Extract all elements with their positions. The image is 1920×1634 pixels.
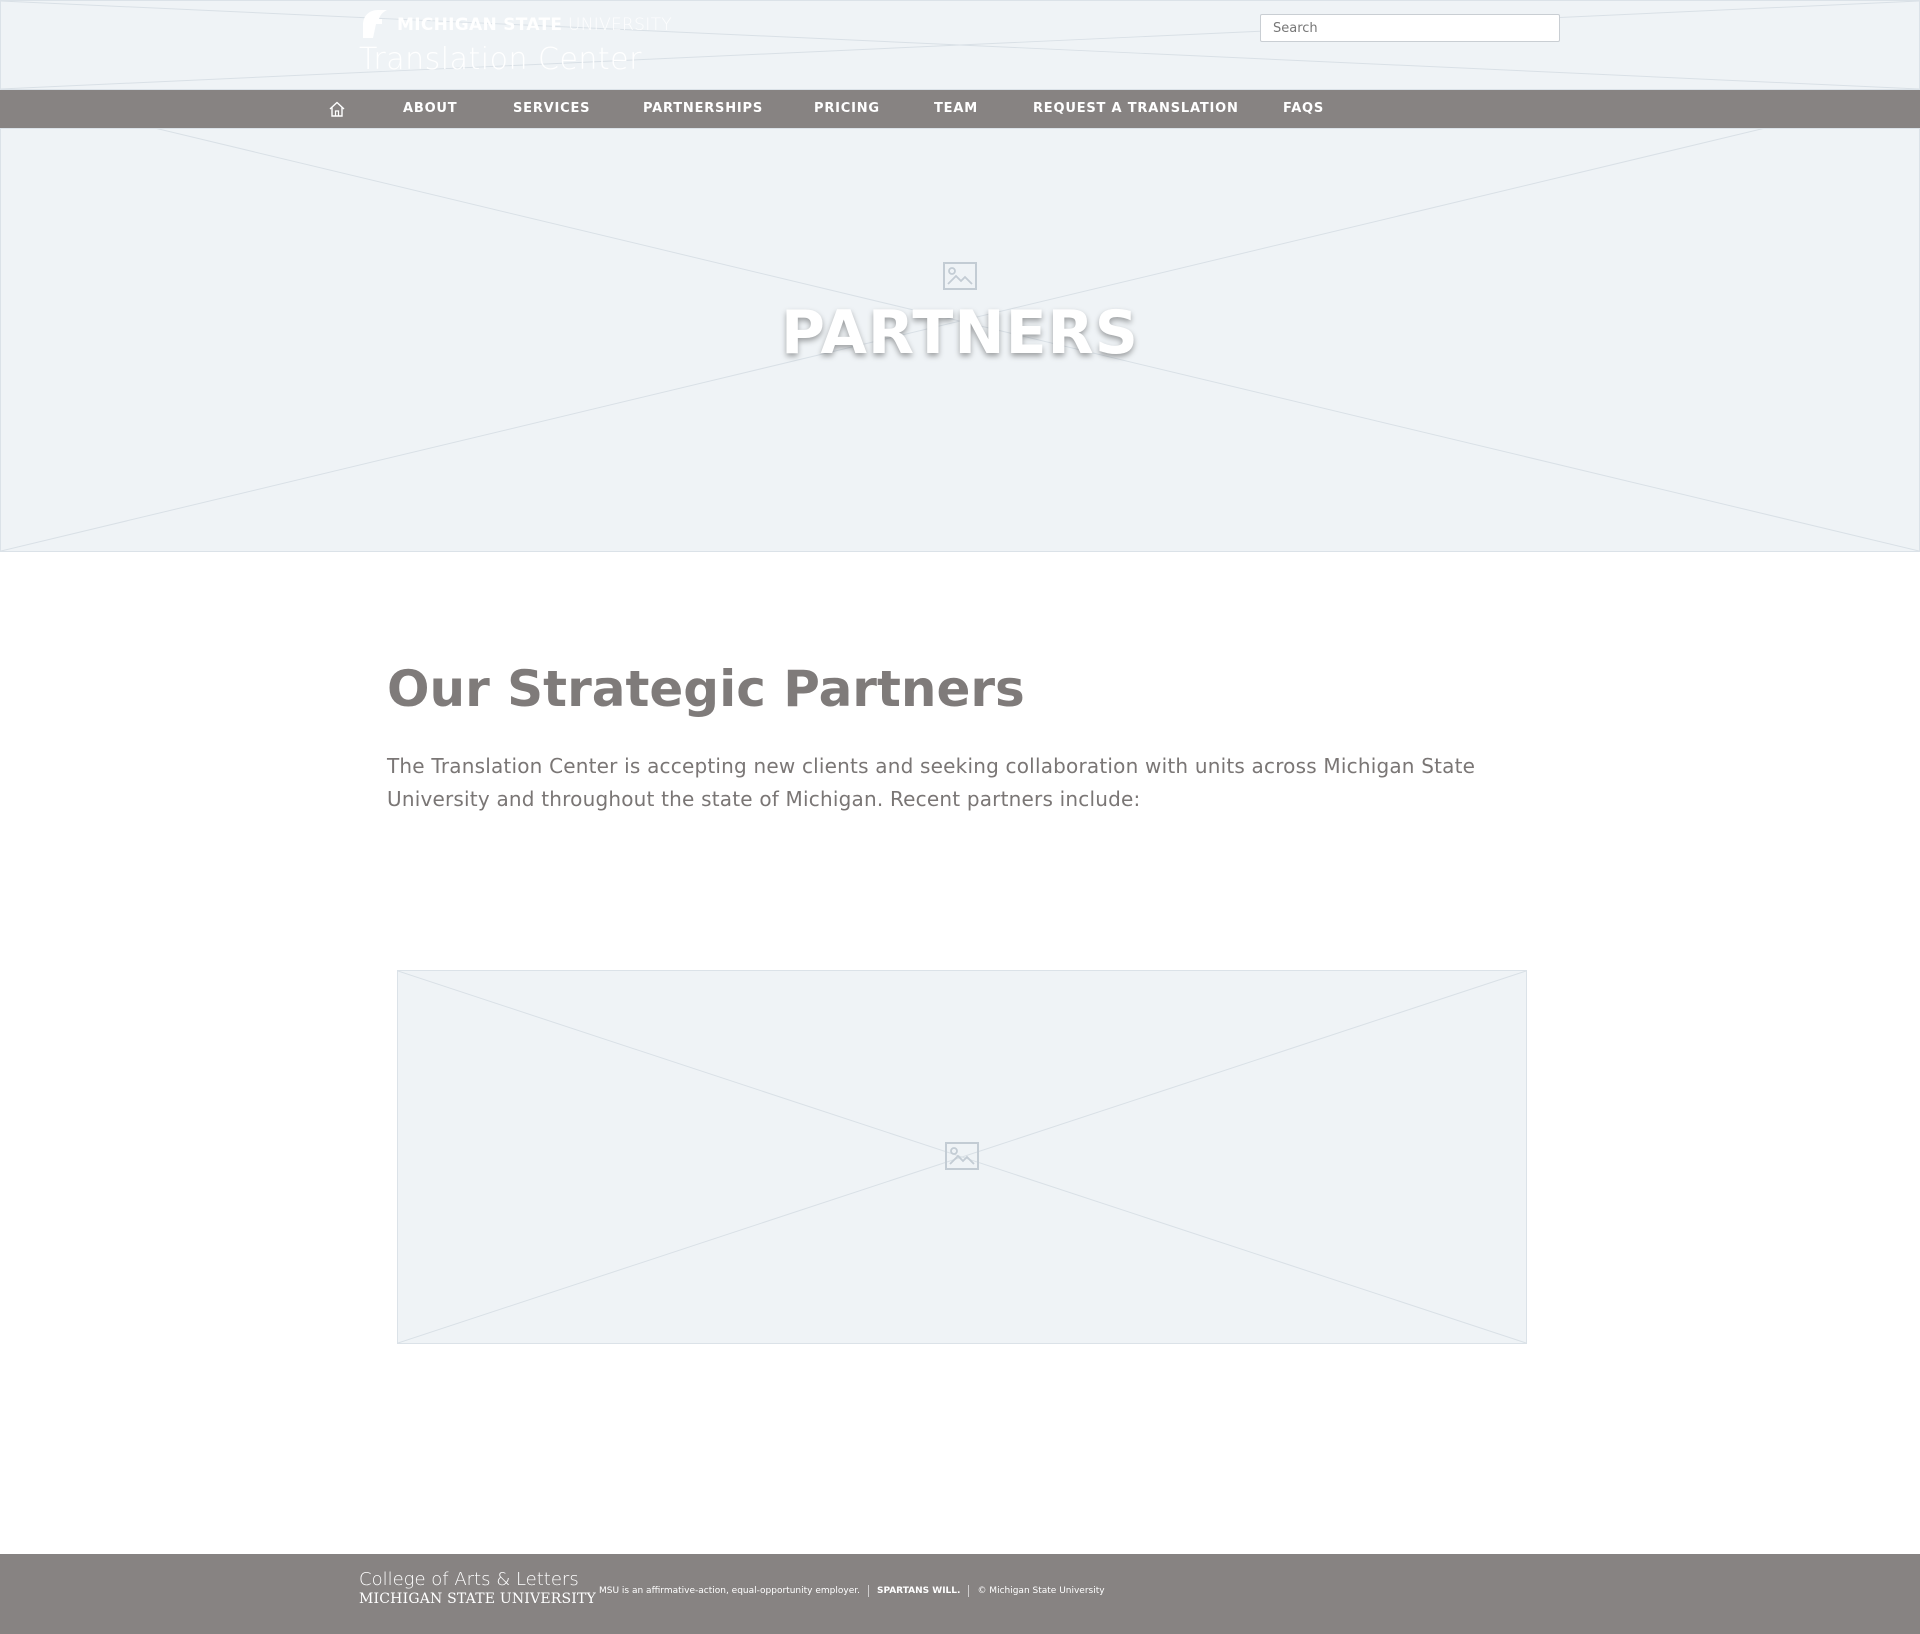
home-icon[interactable] [328, 100, 346, 118]
footer-divider [867, 1585, 869, 1597]
search-input[interactable] [1260, 14, 1560, 42]
nav-item-pricing[interactable]: PRICING [814, 90, 880, 128]
hero-title: PARTNERS [781, 298, 1139, 368]
page-heading: Our Strategic Partners [387, 660, 1025, 718]
nav-item-services[interactable]: SERVICES [513, 90, 590, 128]
nav-item-about[interactable]: ABOUT [403, 90, 457, 128]
main-navigation: ABOUT SERVICES PARTNERSHIPS PRICING TEAM… [0, 90, 1920, 128]
site-branding[interactable]: MICHIGAN STATE UNIVERSITY Translation Ce… [359, 6, 672, 77]
nav-item-request-translation[interactable]: REQUEST A TRANSLATION [1033, 90, 1239, 128]
nav-item-faqs[interactable]: FAQS [1283, 90, 1324, 128]
image-placeholder-icon [945, 1142, 979, 1170]
footer-msu-wordmark[interactable]: MICHIGAN STATE UNIVERSITY [359, 1591, 596, 1607]
footer-spartans-will[interactable]: SPARTANS WILL. [877, 1586, 960, 1596]
spartan-helmet-icon [363, 10, 387, 38]
msu-wordmark-text: MICHIGAN STATE UNIVERSITY [397, 15, 672, 35]
image-placeholder-icon [943, 262, 977, 290]
footer-copyright: © Michigan State University [977, 1586, 1105, 1596]
footer-eeo-text: MSU is an affirmative-action, equal-oppo… [599, 1586, 860, 1596]
nav-item-partnerships[interactable]: PARTNERSHIPS [643, 90, 763, 128]
msu-wordmark[interactable]: MICHIGAN STATE UNIVERSITY [359, 6, 672, 44]
header-background-image [0, 0, 1920, 90]
footer-legal: MSU is an affirmative-action, equal-oppo… [599, 1585, 1105, 1597]
footer-divider [968, 1585, 970, 1597]
site-footer: College of Arts & Letters MICHIGAN STATE… [0, 1554, 1920, 1634]
footer-college-name[interactable]: College of Arts & Letters [359, 1570, 579, 1590]
site-title[interactable]: Translation Center [359, 42, 672, 77]
intro-paragraph: The Translation Center is accepting new … [387, 754, 1476, 811]
nav-item-team[interactable]: TEAM [934, 90, 978, 128]
